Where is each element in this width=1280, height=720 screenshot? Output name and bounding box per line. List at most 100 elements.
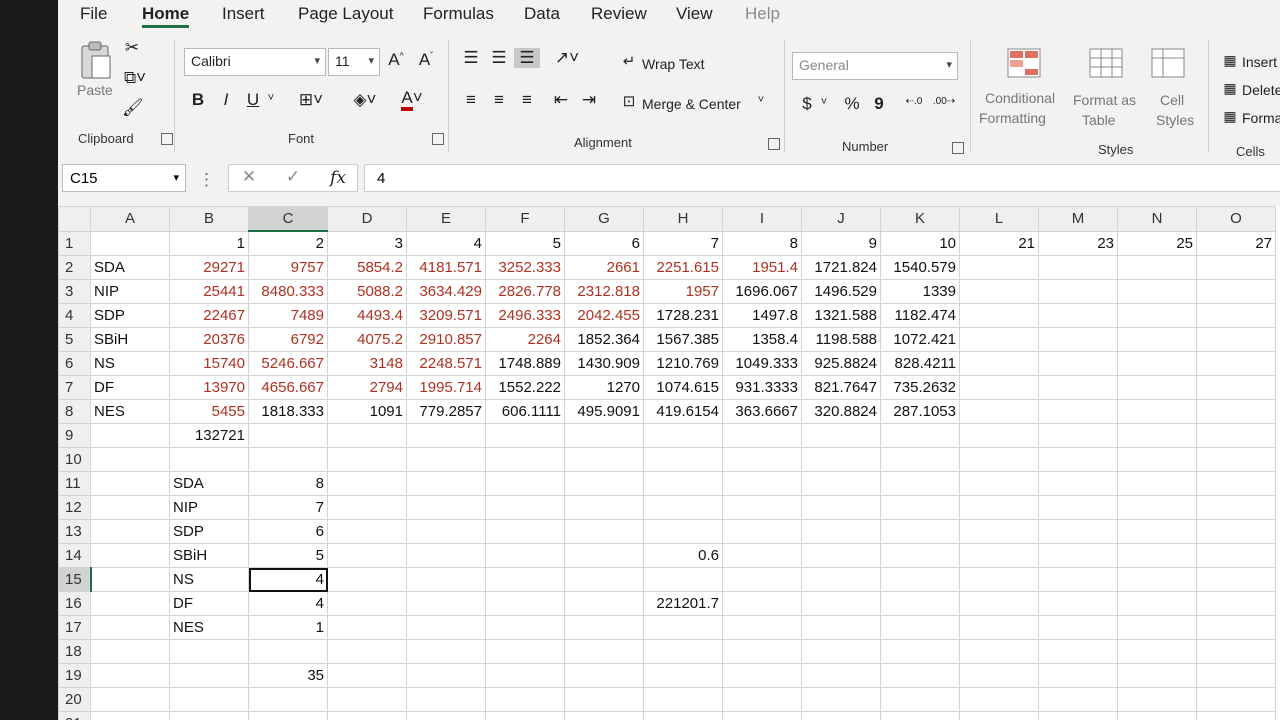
cell-l10[interactable] <box>959 447 1039 472</box>
cell-m1[interactable]: 23 <box>1038 230 1118 256</box>
cell-j5[interactable]: 1198.588 <box>801 327 881 352</box>
cell-f9[interactable] <box>485 423 565 448</box>
cell-o8[interactable] <box>1196 399 1276 424</box>
cell-l7[interactable] <box>959 375 1039 400</box>
cell-e9[interactable] <box>406 423 486 448</box>
cell-e14[interactable] <box>406 543 486 568</box>
cell-c18[interactable] <box>248 639 328 664</box>
cell-k10[interactable] <box>880 447 960 472</box>
cell-f6[interactable]: 1748.889 <box>485 351 565 376</box>
cell-h18[interactable] <box>643 639 723 664</box>
cell-g10[interactable] <box>564 447 644 472</box>
column-header-i[interactable]: I <box>722 206 802 232</box>
cell-o14[interactable] <box>1196 543 1276 568</box>
clipboard-launcher-icon[interactable] <box>161 133 173 145</box>
chevron-down-icon[interactable]: ˅ <box>754 94 768 106</box>
cell-d4[interactable]: 4493.4 <box>327 303 407 328</box>
cell-i1[interactable]: 8 <box>722 230 802 256</box>
cell-d16[interactable] <box>327 591 407 616</box>
cell-k5[interactable]: 1072.421 <box>880 327 960 352</box>
cell-g14[interactable] <box>564 543 644 568</box>
cell-o19[interactable] <box>1196 663 1276 688</box>
cell-i9[interactable] <box>722 423 802 448</box>
cell-h10[interactable] <box>643 447 723 472</box>
cell-d13[interactable] <box>327 519 407 544</box>
cell-k20[interactable] <box>880 687 960 712</box>
column-header-e[interactable]: E <box>406 206 486 232</box>
cell-c21[interactable] <box>248 711 328 720</box>
cell-m13[interactable] <box>1038 519 1118 544</box>
cell-h19[interactable] <box>643 663 723 688</box>
cell-d18[interactable] <box>327 639 407 664</box>
cell-c14[interactable]: 5 <box>248 543 328 568</box>
cell-e5[interactable]: 2910.857 <box>406 327 486 352</box>
cell-l14[interactable] <box>959 543 1039 568</box>
column-header-m[interactable]: M <box>1038 206 1118 232</box>
cell-i4[interactable]: 1497.8 <box>722 303 802 328</box>
cell-j20[interactable] <box>801 687 881 712</box>
cell-i16[interactable] <box>722 591 802 616</box>
cell-i20[interactable] <box>722 687 802 712</box>
underline-button[interactable]: U <box>245 90 261 110</box>
cell-b18[interactable] <box>169 639 249 664</box>
cell-h7[interactable]: 1074.615 <box>643 375 723 400</box>
conditional-formatting-icon[interactable] <box>1006 48 1042 80</box>
select-all-corner[interactable] <box>58 206 91 232</box>
cell-i15[interactable] <box>722 567 802 592</box>
cell-h11[interactable] <box>643 471 723 496</box>
cell-f2[interactable]: 3252.333 <box>485 255 565 280</box>
cell-o17[interactable] <box>1196 615 1276 640</box>
cell-c19[interactable]: 35 <box>248 663 328 688</box>
delete-cells-button[interactable]: Delete <box>1242 82 1280 98</box>
cell-f21[interactable] <box>485 711 565 720</box>
cell-m6[interactable] <box>1038 351 1118 376</box>
cell-g6[interactable]: 1430.909 <box>564 351 644 376</box>
cell-n10[interactable] <box>1117 447 1197 472</box>
cell-m19[interactable] <box>1038 663 1118 688</box>
menu-file[interactable]: File <box>80 4 107 24</box>
cell-k16[interactable] <box>880 591 960 616</box>
cell-o9[interactable] <box>1196 423 1276 448</box>
cell-e11[interactable] <box>406 471 486 496</box>
menu-review[interactable]: Review <box>591 4 647 24</box>
cell-o18[interactable] <box>1196 639 1276 664</box>
shrink-font-icon[interactable]: Aˇ <box>416 50 436 70</box>
cell-l13[interactable] <box>959 519 1039 544</box>
cell-g12[interactable] <box>564 495 644 520</box>
cell-a20[interactable] <box>90 687 170 712</box>
row-header-6[interactable]: 6 <box>58 351 91 376</box>
cell-e13[interactable] <box>406 519 486 544</box>
cell-e18[interactable] <box>406 639 486 664</box>
cell-a17[interactable] <box>90 615 170 640</box>
cell-f4[interactable]: 2496.333 <box>485 303 565 328</box>
cell-a3[interactable]: NIP <box>90 279 170 304</box>
cell-b5[interactable]: 20376 <box>169 327 249 352</box>
cell-i18[interactable] <box>722 639 802 664</box>
cell-m3[interactable] <box>1038 279 1118 304</box>
cell-n15[interactable] <box>1117 567 1197 592</box>
cell-a11[interactable] <box>90 471 170 496</box>
cell-n4[interactable] <box>1117 303 1197 328</box>
row-header-3[interactable]: 3 <box>58 279 91 304</box>
cell-o21[interactable] <box>1196 711 1276 720</box>
cell-c12[interactable]: 7 <box>248 495 328 520</box>
cell-b1[interactable]: 1 <box>169 230 249 256</box>
cell-k15[interactable] <box>880 567 960 592</box>
cell-o3[interactable] <box>1196 279 1276 304</box>
cancel-icon[interactable]: ✕ <box>239 167 259 187</box>
grow-font-icon[interactable]: A^ <box>386 50 406 70</box>
cell-l21[interactable] <box>959 711 1039 720</box>
cell-k17[interactable] <box>880 615 960 640</box>
cell-b11[interactable]: SDA <box>169 471 249 496</box>
cell-k1[interactable]: 10 <box>880 230 960 256</box>
wrap-text-button[interactable]: Wrap Text <box>642 56 705 72</box>
insert-cells-icon[interactable]: ▦ <box>1220 52 1240 69</box>
cell-d9[interactable] <box>327 423 407 448</box>
cell-k3[interactable]: 1339 <box>880 279 960 304</box>
number-format-select[interactable]: General ▾ <box>792 52 958 80</box>
cell-d1[interactable]: 3 <box>327 230 407 256</box>
cell-m5[interactable] <box>1038 327 1118 352</box>
cell-n9[interactable] <box>1117 423 1197 448</box>
cell-h9[interactable] <box>643 423 723 448</box>
format-cells-button[interactable]: Forma <box>1242 110 1280 126</box>
